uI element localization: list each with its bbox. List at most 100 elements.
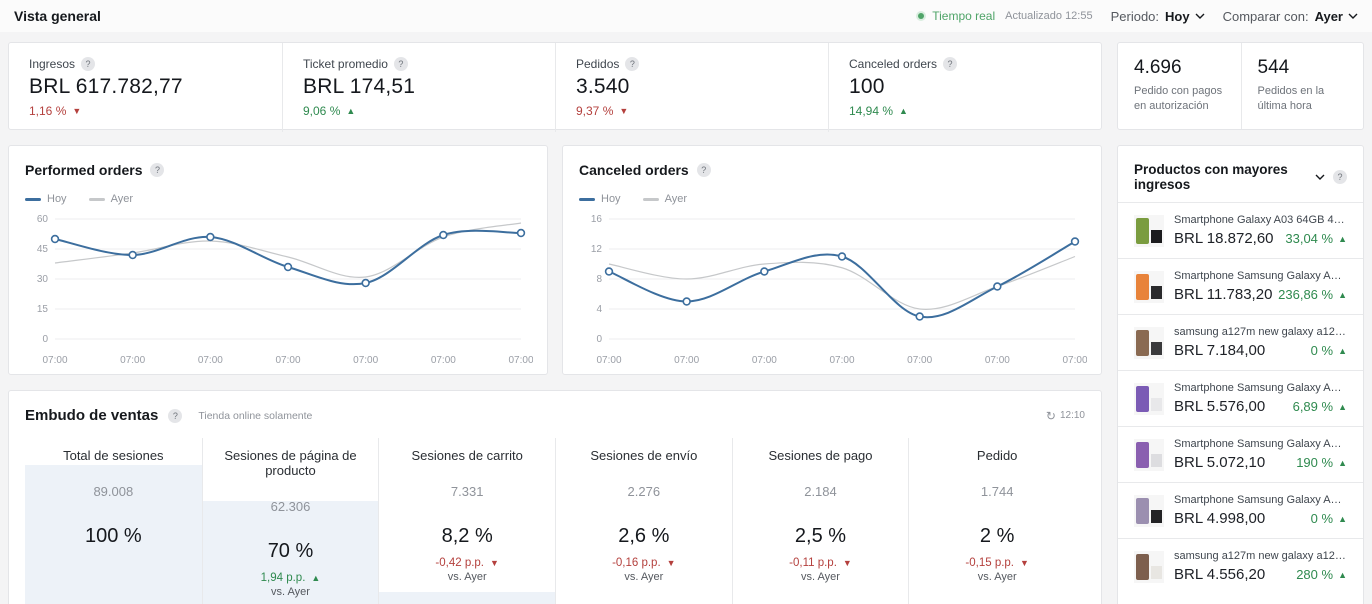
delta-value: 9,37 % [576,104,613,118]
product-price: BRL 7.184,00 [1174,342,1265,359]
delta-value: -0,11 p.p. [789,557,837,569]
help-icon[interactable]: ? [625,57,639,71]
funnel-column: Pedido 1.744 2 % -0,15 p.p. ▼ vs. Ayer [908,438,1085,604]
funnel-column-percent: 2,5 % [733,525,909,548]
delta-value: 1,94 p.p. [261,572,306,584]
refresh-icon: ↻ [1046,409,1056,423]
chart-legend: Hoy Ayer [25,193,531,205]
main-column: Ingresos ? BRL 617.782,77 1,16 % ▼ Ticke… [8,42,1102,604]
chevron-down-icon[interactable] [1315,174,1325,180]
svg-text:07:00: 07:00 [275,355,300,366]
funnel-column-count: 62.306 [203,499,379,514]
product-list-item[interactable]: Smartphone Galaxy A03 64GB 4G Wi-Fi BRL … [1118,202,1363,258]
delta-value: 14,94 % [849,104,893,118]
funnel-bar [379,592,555,604]
funnel-column-count: 1.744 [909,484,1085,499]
kpi-delta: 14,94 % ▲ [849,104,1081,118]
funnel-column-delta: -0,16 p.p. ▼ [556,557,732,569]
funnel-column-title: Sesiones de pago [733,438,909,463]
product-list-item[interactable]: Smartphone Samsung Galaxy A32 128GB BRL … [1118,426,1363,482]
delta-arrow-icon: ▲ [1338,402,1347,412]
dashboard-content: Ingresos ? BRL 617.782,77 1,16 % ▼ Ticke… [0,32,1372,604]
legend-item-hoy[interactable]: Hoy [579,193,621,205]
funnel-column-delta: -0,15 p.p. ▼ [909,557,1085,569]
funnel-column-title: Pedido [909,438,1085,463]
delta-value: 1,16 % [29,104,66,118]
delta-arrow-icon: ▼ [1020,558,1029,568]
delta-arrow-icon: ▼ [490,558,499,568]
kpi-value: BRL 617.782,77 [29,75,262,99]
funnel-vs-label: vs. Ayer [733,571,909,583]
performed-orders-chart[interactable]: 01530456007:0007:0007:0007:0007:0007:000… [25,211,531,369]
help-icon[interactable]: ? [150,163,164,177]
help-icon[interactable]: ? [697,163,711,177]
product-thumbnail [1134,551,1164,583]
delta-value: -0,42 p.p. [435,557,484,569]
top-bar-controls: Tiempo real Actualizado 12:55 Periodo: H… [916,9,1358,24]
canceled-orders-card: Canceled orders ? Hoy Ayer 048121607:000… [562,145,1102,375]
funnel-column: Total de sesiones 89.008 100 % [25,438,202,604]
refresh-button[interactable]: ↻ 12:10 [1046,409,1085,423]
canceled-orders-chart[interactable]: 048121607:0007:0007:0007:0007:0007:0007:… [579,211,1085,369]
delta-arrow-icon: ▼ [619,106,628,116]
product-list-item[interactable]: samsung a127m new galaxy a12 64gb preto … [1118,314,1363,370]
product-thumbnail [1134,327,1164,359]
refresh-time: 12:10 [1060,410,1085,421]
delta-arrow-icon: ▼ [72,106,81,116]
funnel-column-delta: -0,11 p.p. ▼ [733,557,909,569]
svg-text:0: 0 [42,334,48,345]
performed-orders-card: Performed orders ? Hoy Ayer 01530456007:… [8,145,548,375]
period-dropdown[interactable]: Hoy [1165,9,1205,24]
funnel-column-title: Sesiones de carrito [379,438,555,463]
top-products-card: Productos con mayores ingresos ? Smartph… [1117,145,1364,604]
percent-value: 236,86 % [1278,287,1333,302]
product-list-item[interactable]: Smartphone Samsung Galaxy A72. Câmera Qu… [1118,482,1363,538]
legend-swatch-icon [25,198,41,201]
product-name: Smartphone Samsung Galaxy A72. Câmera Qu… [1174,494,1347,506]
svg-text:45: 45 [37,244,49,255]
delta-arrow-icon: ▼ [843,558,852,568]
side-kpi: 4.696 Pedido con pagos en autorización [1118,43,1241,129]
funnel-column-title: Sesiones de página de producto [203,438,379,478]
chevron-down-icon [1348,13,1358,19]
delta-arrow-icon: ▲ [1338,346,1347,356]
sales-funnel-card: Embudo de ventas ? Tienda online solamen… [8,390,1102,604]
realtime-label: Tiempo real [932,9,995,23]
legend-item-hoy[interactable]: Hoy [25,193,67,205]
product-thumbnail [1134,383,1164,415]
page-title: Vista general [14,8,101,24]
legend-item-ayer[interactable]: Ayer [643,193,687,205]
svg-text:07:00: 07:00 [431,355,456,366]
help-icon[interactable]: ? [81,57,95,71]
help-icon[interactable]: ? [168,409,182,423]
product-thumbnail [1134,495,1164,527]
product-list-item[interactable]: Smartphone Samsung Galaxy A22 128GB BRL … [1118,370,1363,426]
products-title: Productos con mayores ingresos [1134,162,1307,192]
product-list-item[interactable]: Smartphone Samsung Galaxy A32 128GB BRL … [1118,258,1363,314]
kpi-card: Ticket promedio ? BRL 174,51 9,06 % ▲ [282,43,555,132]
compare-dropdown[interactable]: Ayer [1315,9,1358,24]
svg-text:07:00: 07:00 [829,355,854,366]
legend-swatch-icon [89,198,105,201]
funnel-column-percent: 2 % [909,525,1085,548]
compare-selector: Comparar con: Ayer [1223,9,1358,24]
chart-title: Canceled orders [579,162,689,178]
funnel-column-percent: 2,6 % [556,525,732,548]
product-name: Smartphone Samsung Galaxy A32 128GB [1174,438,1347,450]
svg-text:07:00: 07:00 [674,355,699,366]
product-price: BRL 5.576,00 [1174,398,1265,415]
legend-item-ayer[interactable]: Ayer [89,193,133,205]
svg-text:4: 4 [596,304,602,315]
funnel-column-percent: 8,2 % [379,525,555,548]
product-list-item[interactable]: samsung a127m new galaxy a12 64gb preto … [1118,538,1363,594]
help-icon[interactable]: ? [943,57,957,71]
product-percent: 280 % ▲ [1296,567,1347,582]
funnel-column: Sesiones de envío 2.276 2,6 % -0,16 p.p.… [555,438,732,604]
funnel-columns: Total de sesiones 89.008 100 % Sesiones … [25,438,1085,604]
chevron-down-icon [1195,13,1205,19]
help-icon[interactable]: ? [394,57,408,71]
help-icon[interactable]: ? [1333,170,1347,184]
funnel-column-count: 7.331 [379,484,555,499]
percent-value: 190 % [1296,455,1333,470]
svg-text:07:00: 07:00 [752,355,777,366]
